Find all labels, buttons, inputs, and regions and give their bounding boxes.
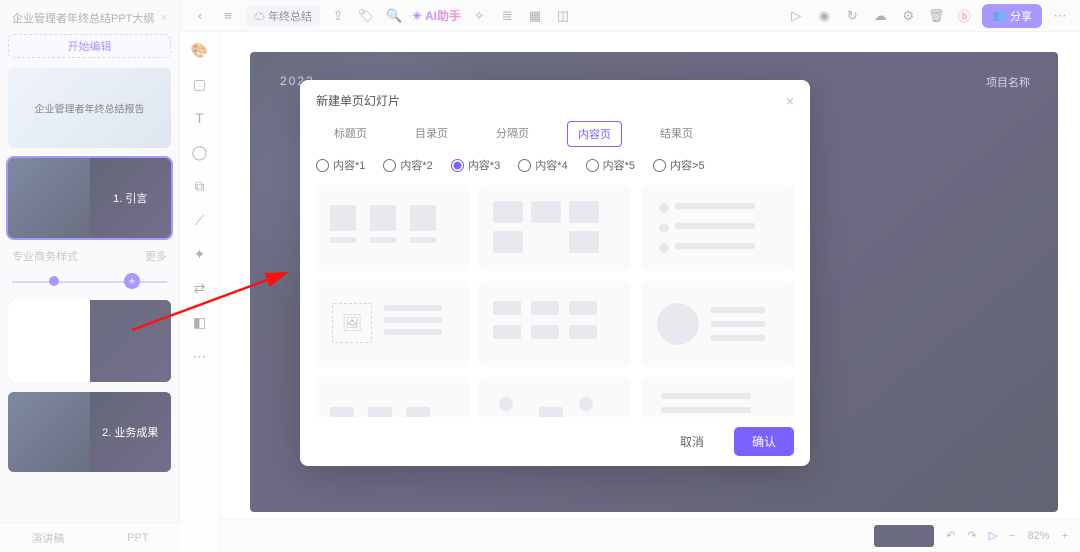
radio-5[interactable]: 内容*5 xyxy=(586,157,635,173)
radio-4[interactable]: 内容*4 xyxy=(518,157,567,173)
template-option[interactable] xyxy=(316,377,469,417)
modal-tabs: 标题页 目录页 分隔页 内容页 结果页 xyxy=(300,121,810,157)
radio-1[interactable]: 内容*1 xyxy=(316,157,365,173)
cancel-button[interactable]: 取消 xyxy=(662,427,722,456)
new-slide-modal: 新建单页幻灯片 × 标题页 目录页 分隔页 内容页 结果页 内容*1 内容*2 … xyxy=(300,80,810,466)
radio-6[interactable]: 内容>5 xyxy=(653,157,705,173)
confirm-button[interactable]: 确认 xyxy=(734,427,794,456)
tab-divider-page[interactable]: 分隔页 xyxy=(486,121,539,147)
template-option[interactable] xyxy=(479,185,632,271)
template-option[interactable] xyxy=(641,281,794,367)
modal-title: 新建单页幻灯片 xyxy=(316,92,400,109)
template-option[interactable] xyxy=(641,185,794,271)
template-option[interactable] xyxy=(641,377,794,417)
template-option[interactable] xyxy=(479,281,632,367)
close-icon[interactable]: × xyxy=(786,93,794,109)
template-grid: 🖼 xyxy=(300,181,810,417)
radio-2[interactable]: 内容*2 xyxy=(383,157,432,173)
template-option[interactable] xyxy=(316,185,469,271)
template-option[interactable] xyxy=(479,377,632,417)
modal-header: 新建单页幻灯片 × xyxy=(300,80,810,121)
tab-result-page[interactable]: 结果页 xyxy=(650,121,703,147)
tab-toc-page[interactable]: 目录页 xyxy=(405,121,458,147)
template-option[interactable]: 🖼 xyxy=(316,281,469,367)
radio-3[interactable]: 内容*3 xyxy=(451,157,500,173)
modal-footer: 取消 确认 xyxy=(300,417,810,466)
tab-content-page[interactable]: 内容页 xyxy=(567,121,622,147)
tab-title-page[interactable]: 标题页 xyxy=(324,121,377,147)
content-count-radios: 内容*1 内容*2 内容*3 内容*4 内容*5 内容>5 xyxy=(300,157,810,181)
